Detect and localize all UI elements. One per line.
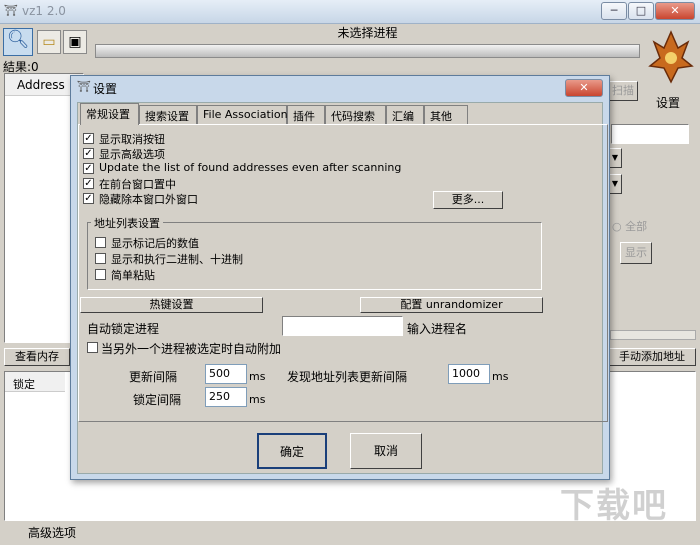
ms-unit: ms <box>249 370 266 383</box>
option-label: 简单粘贴 <box>111 269 155 282</box>
advanced-options-link[interactable]: 高级选项 <box>28 524 76 541</box>
option-label: 显示取消按钮 <box>99 133 165 146</box>
checkbox-simple-paste[interactable] <box>95 269 106 280</box>
tab-assembler[interactable]: 汇编 <box>386 105 424 124</box>
hotkey-settings-button[interactable]: 热键设置 <box>80 297 263 313</box>
freeze-interval-input[interactable]: 250 <box>205 387 247 407</box>
checkbox-show-binary[interactable] <box>95 253 106 264</box>
lock-header: 锁定 <box>5 372 65 392</box>
auto-lock-input[interactable] <box>282 316 403 336</box>
option-label: 显示和执行二进制、十进制 <box>111 253 243 266</box>
checkbox-show-advanced[interactable]: ✓ <box>83 148 94 159</box>
show-button[interactable]: 显示 <box>620 242 652 264</box>
value-type-dropdown[interactable]: ▼ <box>608 174 622 194</box>
option-label: 隐藏除本窗口外窗口 <box>99 193 198 206</box>
folder-icon: ▭ <box>42 34 56 50</box>
process-label: 未选择进程 <box>337 26 398 40</box>
app-icon: ⛩ <box>77 80 91 93</box>
process-select-button[interactable]: 🔍︎ <box>3 28 33 56</box>
input-process-label: 输入进程名 <box>407 322 468 336</box>
minimize-button[interactable]: ─ <box>601 2 627 20</box>
checkbox-center-foreground[interactable]: ✓ <box>83 178 94 189</box>
option-label: 当另外一个进程被选定时自动附加 <box>101 342 282 356</box>
group-title: 地址列表设置 <box>91 215 163 231</box>
auto-lock-label: 自动锁定进程 <box>87 322 160 336</box>
dialog-close-button[interactable]: ✕ <box>565 79 603 97</box>
tab-scan[interactable]: 搜索设置 <box>139 105 197 124</box>
tab-other[interactable]: 其他 <box>424 105 468 124</box>
tab-plugins[interactable]: 插件 <box>287 105 325 124</box>
unrandomizer-button[interactable]: 配置 unrandomizer <box>360 297 543 313</box>
dialog-titlebar: ⛩ 设置 ✕ <box>71 76 609 100</box>
checkbox-update-found[interactable]: ✓ <box>83 163 94 174</box>
settings-label[interactable]: 设置 <box>656 94 680 111</box>
found-update-input[interactable]: 1000 <box>448 364 490 384</box>
magnifier-icon: 🔍︎ <box>6 29 30 50</box>
floppy-icon: ▣ <box>68 34 82 50</box>
ok-button[interactable]: 确定 <box>257 433 327 469</box>
tab-code-finder[interactable]: 代码搜索 <box>325 105 386 124</box>
save-button[interactable]: ▣ <box>63 30 87 54</box>
main-title: vz1 2.0 <box>22 4 66 18</box>
option-label: 显示标记后的数值 <box>111 237 199 250</box>
update-interval-input[interactable]: 500 <box>205 364 247 384</box>
scan-button[interactable]: 扫描 <box>608 81 638 101</box>
ms-unit: ms <box>249 393 266 406</box>
logo <box>648 28 694 86</box>
tab-general[interactable]: 常规设置 <box>80 103 139 125</box>
cancel-button[interactable]: 取消 <box>350 433 422 469</box>
option-label: 显示高级选项 <box>99 148 165 161</box>
main-titlebar: ⛩ vz1 2.0 ─ □ ✕ <box>0 0 700 24</box>
scan-progress-bar <box>95 44 640 58</box>
chevron-down-icon: ▼ <box>611 153 619 162</box>
freeze-interval-label: 锁定间隔 <box>133 393 182 407</box>
update-interval-label: 更新间隔 <box>129 370 178 384</box>
value-input[interactable] <box>611 124 689 144</box>
maximize-button[interactable]: □ <box>628 2 654 20</box>
all-radio[interactable]: ○ 全部 <box>612 218 647 234</box>
app-icon: ⛩ <box>4 4 18 17</box>
found-update-label: 发现地址列表更新间隔 <box>287 370 408 384</box>
option-label: 在前台窗口置中 <box>99 178 176 191</box>
checkbox-show-hex[interactable] <box>95 237 106 248</box>
checkbox-auto-attach[interactable] <box>87 342 98 353</box>
dialog-title: 设置 <box>93 82 118 96</box>
watermark: 下载吧 <box>560 486 668 526</box>
ms-unit: ms <box>492 370 509 383</box>
chevron-down-icon: ▼ <box>611 179 619 188</box>
dialog-body: 常规设置 搜索设置 File Associations 插件 代码搜索 汇编 其… <box>77 102 608 474</box>
all-radio-label: 全部 <box>625 220 648 233</box>
speedhack-slider[interactable] <box>610 330 696 340</box>
manual-add-button[interactable]: 手动添加地址 <box>608 348 696 366</box>
view-memory-button[interactable]: 查看内存 <box>4 348 70 366</box>
tab-file-associations[interactable]: File Associations <box>197 105 293 124</box>
open-file-button[interactable]: ▭ <box>37 30 61 54</box>
tab-panel: ✓ 显示取消按钮 ✓ 显示高级选项 ✓ Update the list of f… <box>78 124 608 422</box>
checkbox-hide-windows[interactable]: ✓ <box>83 193 94 204</box>
close-button[interactable]: ✕ <box>655 2 695 20</box>
scan-type-dropdown[interactable]: ▼ <box>608 148 622 168</box>
settings-dialog: ⛩ 设置 ✕ 常规设置 搜索设置 File Associations 插件 代码… <box>70 75 610 480</box>
more-button[interactable]: 更多... <box>433 191 503 209</box>
checkbox-show-cancel[interactable]: ✓ <box>83 133 94 144</box>
option-label: Update the list of found addresses even … <box>99 161 402 174</box>
